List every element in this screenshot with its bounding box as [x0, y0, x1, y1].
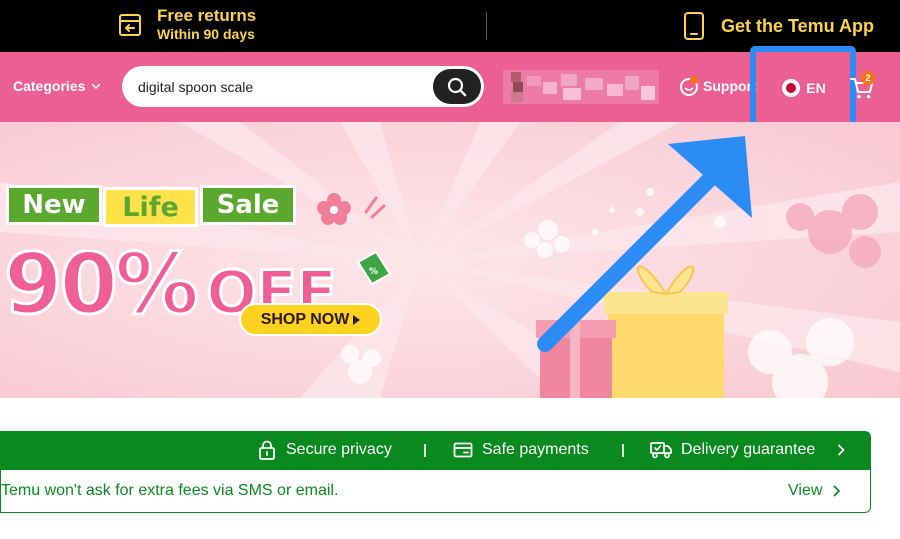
- support-link[interactable]: Support: [678, 75, 757, 97]
- trust-bar[interactable]: Secure privacy Safe payments Delivery gu…: [0, 431, 871, 470]
- promo-bar: Free returns Within 90 days Get the Temu…: [0, 0, 900, 52]
- shop-now-label: SHOP NOW: [260, 310, 350, 328]
- banner-word-new: New: [6, 185, 102, 225]
- safe-payments-item: Safe payments: [453, 440, 589, 460]
- page: Free returns Within 90 days Get the Temu…: [0, 0, 900, 539]
- play-arrow-icon: [353, 314, 361, 325]
- cart-count-badge: 2: [861, 71, 875, 85]
- get-app-promo[interactable]: Get the Temu App: [683, 11, 874, 41]
- safe-payments-label: Safe payments: [482, 441, 589, 458]
- banner-word-sale: Sale: [200, 185, 296, 225]
- support-icon: [680, 76, 698, 96]
- lock-icon: [259, 440, 275, 460]
- view-label: View: [788, 482, 823, 499]
- return-box-icon: [119, 14, 141, 36]
- secure-privacy-label: Secure privacy: [286, 441, 392, 458]
- secure-privacy-item: Secure privacy: [257, 440, 392, 460]
- language-selector[interactable]: EN: [764, 60, 844, 116]
- promo-banner[interactable]: % New Life Sale 90% OFF SHOP NOW: [0, 122, 900, 398]
- shop-now-button[interactable]: SHOP NOW: [239, 303, 382, 336]
- free-returns-promo[interactable]: Free returns Within 90 days: [117, 6, 256, 44]
- search-input[interactable]: [138, 76, 428, 98]
- categories-label: Categories: [13, 78, 86, 94]
- discount-value: 90%: [2, 235, 200, 334]
- promo-divider: [486, 12, 487, 40]
- trust-separator: [424, 444, 426, 457]
- view-link[interactable]: View: [788, 482, 842, 500]
- delivery-guarantee-label: Delivery guarantee: [681, 441, 816, 458]
- language-label: EN: [806, 80, 826, 96]
- search-icon: [447, 77, 467, 96]
- truck-icon: [650, 442, 672, 459]
- flag-icon: [782, 79, 801, 97]
- chevron-right-icon: [833, 485, 841, 497]
- phone-icon: [684, 12, 704, 40]
- trust-separator: [622, 444, 624, 457]
- delivery-guarantee-item: Delivery guarantee: [650, 440, 815, 460]
- svg-text:%: %: [369, 267, 378, 277]
- get-app-label: Get the Temu App: [721, 15, 874, 36]
- chevron-right-icon[interactable]: [835, 444, 847, 456]
- chevron-down-icon: [92, 83, 101, 89]
- free-returns-subtitle: Within 90 days: [157, 26, 255, 42]
- free-returns-title: Free returns: [157, 6, 257, 25]
- categories-menu[interactable]: Categories: [13, 78, 101, 94]
- blurred-account-area[interactable]: [503, 70, 659, 104]
- support-label: Support: [703, 78, 757, 94]
- security-notice-text: Temu won't ask for extra fees via SMS or…: [1, 482, 339, 499]
- banner-word-life: Life: [103, 187, 198, 227]
- search-button[interactable]: [433, 69, 481, 104]
- security-notice: Temu won't ask for extra fees via SMS or…: [0, 470, 871, 513]
- search-box: [122, 66, 484, 107]
- card-icon: [453, 442, 473, 458]
